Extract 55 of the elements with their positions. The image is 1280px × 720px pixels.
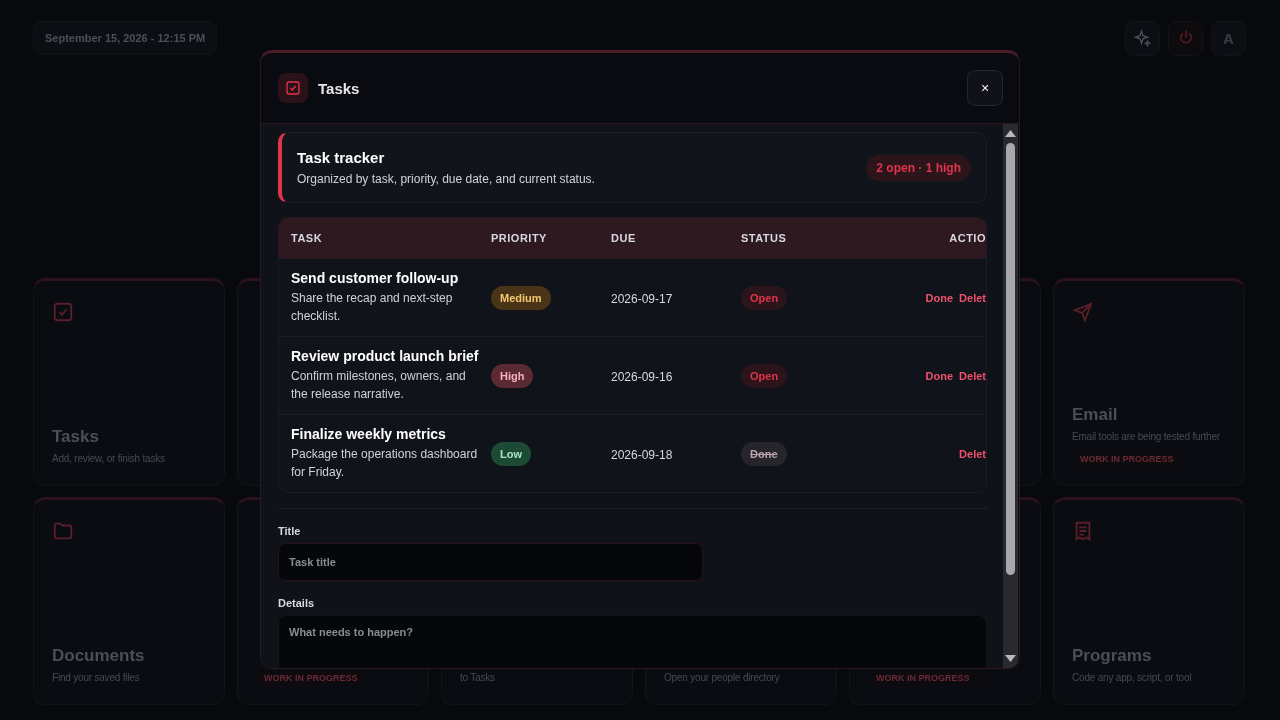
column-header: ACTIO — [948, 232, 986, 244]
scrollbar[interactable] — [1003, 124, 1018, 668]
checkbox-icon — [278, 73, 308, 103]
done-link[interactable]: Done — [925, 291, 954, 304]
card-description: Find your saved files — [52, 671, 141, 685]
due-date: 2026-09-18 — [611, 447, 673, 462]
done-link[interactable]: Done — [925, 369, 954, 382]
delete-link[interactable]: Delet — [959, 369, 986, 382]
summary-title: Task tracker — [297, 149, 386, 166]
task-details: Package the operations dashboard for Friday. — [291, 446, 479, 481]
task-title: Finalize weekly metrics — [291, 426, 447, 442]
column-header: TASK — [291, 232, 324, 244]
task-details: Share the recap and next-step checklist. — [291, 290, 454, 325]
status-badge: Open — [741, 285, 788, 310]
dialog-title: Tasks — [318, 79, 361, 97]
summary-subtitle: Organized by task, priority, due date, and current status. — [297, 172, 595, 186]
count-badge: 2 open · 1 high — [866, 154, 971, 181]
priority-badge: High — [491, 363, 534, 388]
card-description: Code any app, script, or tool — [1072, 671, 1193, 685]
task-title: Review product launch brief — [291, 348, 480, 364]
task-title: Send customer follow-up — [291, 270, 460, 286]
field-label: Title — [278, 525, 302, 537]
card-title: Tasks — [52, 427, 100, 447]
column-header: PRIORITY — [491, 232, 548, 244]
card-description: to Tasks — [460, 671, 496, 685]
priority-badge: Low — [491, 441, 531, 466]
title-input[interactable]: Task title — [278, 543, 703, 581]
folder-icon — [52, 520, 74, 542]
date-time: September 15, 2026 - 12:15 PM — [33, 21, 218, 55]
scroll-down-icon[interactable] — [1005, 655, 1016, 663]
due-date: 2026-09-16 — [611, 369, 673, 384]
status-badge: Done — [741, 441, 787, 466]
card-title: Email — [1072, 405, 1119, 425]
close-button[interactable]: × — [967, 70, 1003, 106]
status-badge: WORK IN PROGRESS — [868, 670, 978, 686]
paper-plane-icon — [1072, 301, 1094, 323]
details-textarea[interactable]: What needs to happen? — [278, 615, 987, 668]
priority-badge: Medium — [491, 285, 551, 310]
card-description: Open your people directory — [664, 671, 781, 685]
sparkle-icon — [1133, 29, 1152, 47]
card-title: Programs — [1072, 646, 1153, 666]
delete-link[interactable]: Delet — [959, 447, 986, 460]
column-header: STATUS — [741, 232, 788, 244]
scroll-up-icon[interactable] — [1005, 129, 1016, 137]
delete-link[interactable]: Delet — [959, 291, 986, 304]
status-badge: WORK IN PROGRESS — [256, 670, 366, 686]
checkbox-icon — [52, 301, 74, 323]
task-details: Confirm milestones, owners, and the release narrative. — [291, 368, 467, 403]
status-badge: Open — [741, 363, 788, 388]
card-description: Email tools are being tested further — [1072, 430, 1221, 444]
status-badge: WORK IN PROGRESS — [1072, 451, 1182, 467]
due-date: 2026-09-17 — [611, 291, 673, 306]
field-label: Details — [278, 597, 316, 609]
column-header: DUE — [611, 232, 637, 244]
card-title: Documents — [52, 646, 146, 666]
